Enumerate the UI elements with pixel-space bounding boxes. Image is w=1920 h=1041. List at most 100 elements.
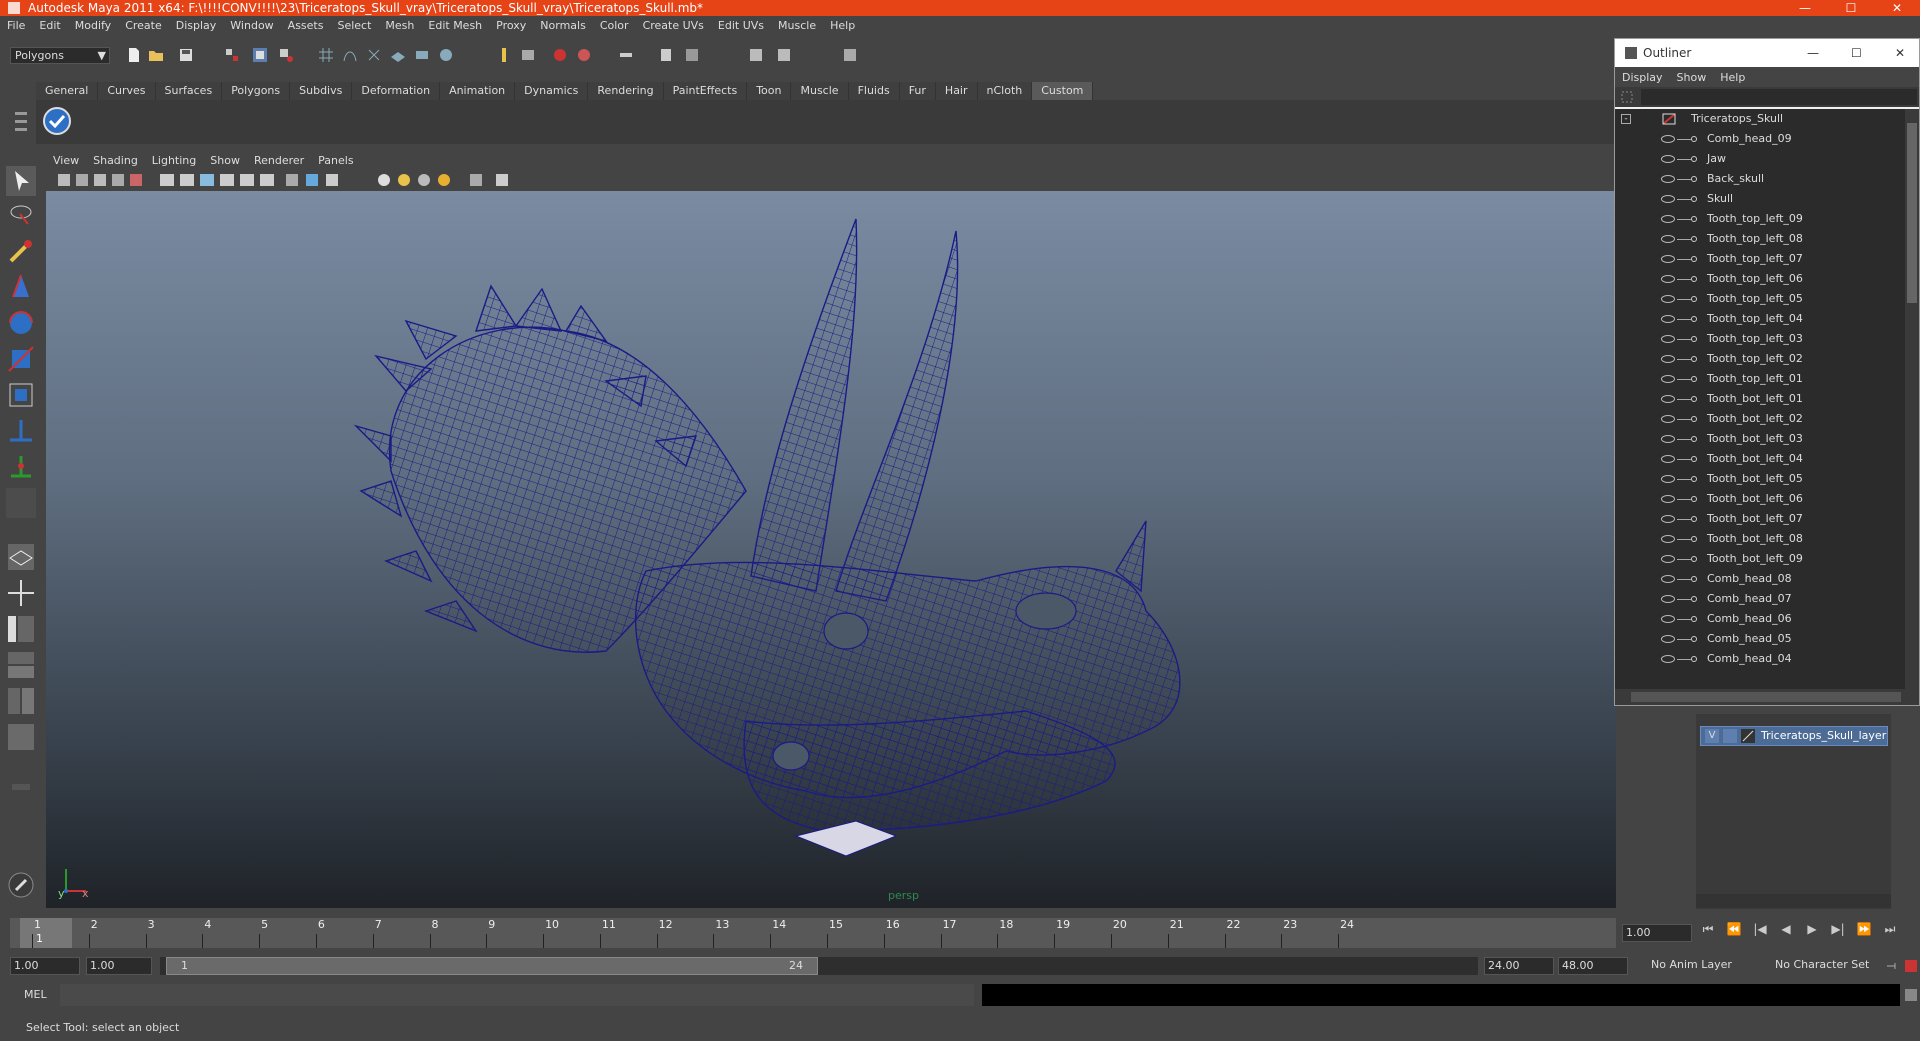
rotate-tool-icon[interactable] bbox=[6, 308, 36, 338]
tree-item[interactable]: Tooth_bot_left_08 bbox=[1615, 529, 1905, 549]
playback-button-1[interactable]: ⏪ bbox=[1721, 922, 1747, 936]
tree-item[interactable]: Comb_head_05 bbox=[1615, 629, 1905, 649]
input-line-icon[interactable] bbox=[618, 47, 634, 63]
playback-button-4[interactable]: ▶ bbox=[1799, 922, 1825, 936]
character-set-selector[interactable]: No Character Set bbox=[1772, 957, 1882, 975]
tree-item[interactable]: Tooth_top_left_08 bbox=[1615, 229, 1905, 249]
tree-item[interactable]: Tooth_bot_left_06 bbox=[1615, 489, 1905, 509]
attribute-editor-icon[interactable] bbox=[658, 47, 674, 63]
mode-selector[interactable]: Polygons ▼ bbox=[10, 47, 110, 64]
menu-select[interactable]: Select bbox=[330, 19, 378, 32]
ipr-render-icon[interactable] bbox=[552, 47, 568, 63]
layout-graph-icon[interactable] bbox=[6, 650, 36, 680]
layer-hscrollbar[interactable] bbox=[1696, 894, 1891, 908]
shelf-tab-dynamics[interactable]: Dynamics bbox=[515, 82, 589, 100]
menu-file[interactable]: File bbox=[0, 19, 32, 32]
shelf-tab-general[interactable]: General bbox=[36, 82, 99, 100]
menu-modify[interactable]: Modify bbox=[68, 19, 118, 32]
channel-box-icon[interactable] bbox=[748, 47, 764, 63]
panel-menu-lighting[interactable]: Lighting bbox=[145, 154, 203, 167]
snap-point-icon[interactable] bbox=[366, 47, 382, 63]
layer-row[interactable]: V Triceratops_Skull_layer bbox=[1700, 726, 1888, 746]
outliner-maximize-button[interactable]: ☐ bbox=[1851, 39, 1862, 67]
snap-grid-icon[interactable] bbox=[318, 47, 334, 63]
tree-item[interactable]: Tooth_top_left_02 bbox=[1615, 349, 1905, 369]
shelf-tab-deformation[interactable]: Deformation bbox=[352, 82, 441, 100]
tree-item[interactable]: Tooth_bot_left_04 bbox=[1615, 449, 1905, 469]
tree-item[interactable]: Back_skull bbox=[1615, 169, 1905, 189]
shelf-tab-subdivs[interactable]: Subdivs bbox=[290, 82, 353, 100]
panel-menu-panels[interactable]: Panels bbox=[311, 154, 360, 167]
menu-muscle[interactable]: Muscle bbox=[771, 19, 823, 32]
tree-item[interactable]: Jaw bbox=[1615, 149, 1905, 169]
maximize-button[interactable]: ☐ bbox=[1828, 0, 1874, 16]
collapse-icon[interactable]: - bbox=[1621, 114, 1631, 124]
menu-window[interactable]: Window bbox=[223, 19, 280, 32]
lighting-icons[interactable] bbox=[376, 172, 526, 188]
toolbox-collapse-icon[interactable] bbox=[6, 772, 36, 802]
select-component-icon[interactable] bbox=[278, 47, 294, 63]
shelf-tab-ncloth[interactable]: nCloth bbox=[977, 82, 1033, 100]
shelf-tab-polygons[interactable]: Polygons bbox=[222, 82, 291, 100]
panel-menu-view[interactable]: View bbox=[46, 154, 86, 167]
soft-modification-icon[interactable] bbox=[6, 416, 36, 446]
menu-help[interactable]: Help bbox=[823, 19, 862, 32]
snap-curve-icon[interactable] bbox=[342, 47, 358, 63]
outliner-minimize-button[interactable]: — bbox=[1807, 39, 1819, 67]
tree-item[interactable]: Comb_head_04 bbox=[1615, 649, 1905, 669]
tree-item[interactable]: Tooth_top_left_09 bbox=[1615, 209, 1905, 229]
persp-viewport[interactable]: y x persp bbox=[46, 191, 1616, 908]
select-tool-icon[interactable] bbox=[6, 166, 36, 196]
open-scene-icon[interactable] bbox=[148, 47, 164, 63]
preferences-icon[interactable] bbox=[1904, 959, 1918, 973]
snap-surface-icon[interactable] bbox=[414, 47, 430, 63]
playback-button-6[interactable]: ⏩ bbox=[1851, 922, 1877, 936]
tree-item[interactable]: Tooth_bot_left_01 bbox=[1615, 389, 1905, 409]
outliner-hscroll-thumb[interactable] bbox=[1631, 692, 1901, 702]
outliner-vscroll-thumb[interactable] bbox=[1907, 123, 1917, 303]
tree-item[interactable]: Tooth_bot_left_02 bbox=[1615, 409, 1905, 429]
history-icon[interactable] bbox=[496, 47, 512, 63]
save-scene-icon[interactable] bbox=[178, 47, 194, 63]
menu-proxy[interactable]: Proxy bbox=[489, 19, 533, 32]
tree-item[interactable]: Comb_head_09 bbox=[1615, 129, 1905, 149]
shelf-tab-toon[interactable]: Toon bbox=[747, 82, 792, 100]
playback-button-5[interactable]: ▶| bbox=[1825, 922, 1851, 936]
layer-playback-toggle[interactable] bbox=[1723, 729, 1737, 743]
playback-button-7[interactable]: ⏭ bbox=[1877, 922, 1903, 937]
menu-edit-uvs[interactable]: Edit UVs bbox=[711, 19, 771, 32]
shelf-tab-surfaces[interactable]: Surfaces bbox=[155, 82, 223, 100]
outliner-menu-display[interactable]: Display bbox=[1615, 71, 1670, 84]
layer-editor-icon[interactable] bbox=[776, 47, 792, 63]
shelf-tab-hair[interactable]: Hair bbox=[935, 82, 978, 100]
menu-create[interactable]: Create bbox=[118, 19, 169, 32]
playback-button-2[interactable]: |◀ bbox=[1747, 922, 1773, 936]
layout-outliner-icon[interactable] bbox=[6, 614, 36, 644]
playback-start-field[interactable]: 1.00 bbox=[86, 957, 152, 975]
shelf-tab-fluids[interactable]: Fluids bbox=[848, 82, 900, 100]
show-manipulator-icon[interactable] bbox=[6, 452, 36, 482]
panel-menu-renderer[interactable]: Renderer bbox=[247, 154, 311, 167]
tree-item[interactable]: Comb_head_06 bbox=[1615, 609, 1905, 629]
playback-button-3[interactable]: ◀ bbox=[1773, 922, 1799, 936]
layer-color-icon[interactable] bbox=[1741, 729, 1755, 743]
tree-item[interactable]: Tooth_top_left_06 bbox=[1615, 269, 1905, 289]
snap-view-icon[interactable] bbox=[438, 47, 454, 63]
close-button[interactable]: ✕ bbox=[1874, 0, 1920, 16]
universal-manipulator-icon[interactable] bbox=[6, 380, 36, 410]
menu-display[interactable]: Display bbox=[169, 19, 224, 32]
range-slider-handle[interactable]: 1 24 bbox=[166, 957, 818, 975]
scale-tool-icon[interactable] bbox=[6, 344, 36, 374]
tree-item[interactable]: Tooth_top_left_03 bbox=[1615, 329, 1905, 349]
tree-item[interactable]: Skull bbox=[1615, 189, 1905, 209]
tree-item[interactable]: Tooth_top_left_01 bbox=[1615, 369, 1905, 389]
shelf-tab-muscle[interactable]: Muscle bbox=[791, 82, 849, 100]
time-slider[interactable]: 1 2 3 4 5 6 7 8 9 10 11 12 13 14 15 16 17 18 19 20 21 22 23 24 1 bbox=[0, 918, 1620, 952]
outliner-search-input[interactable] bbox=[1641, 89, 1917, 105]
select-object-icon[interactable] bbox=[252, 47, 268, 63]
tree-item[interactable]: Comb_head_08 bbox=[1615, 569, 1905, 589]
shelf-tab-rendering[interactable]: Rendering bbox=[588, 82, 664, 100]
menu-create-uvs[interactable]: Create UVs bbox=[636, 19, 711, 32]
layout-icon[interactable] bbox=[842, 47, 858, 63]
tree-item[interactable]: Tooth_top_left_05 bbox=[1615, 289, 1905, 309]
